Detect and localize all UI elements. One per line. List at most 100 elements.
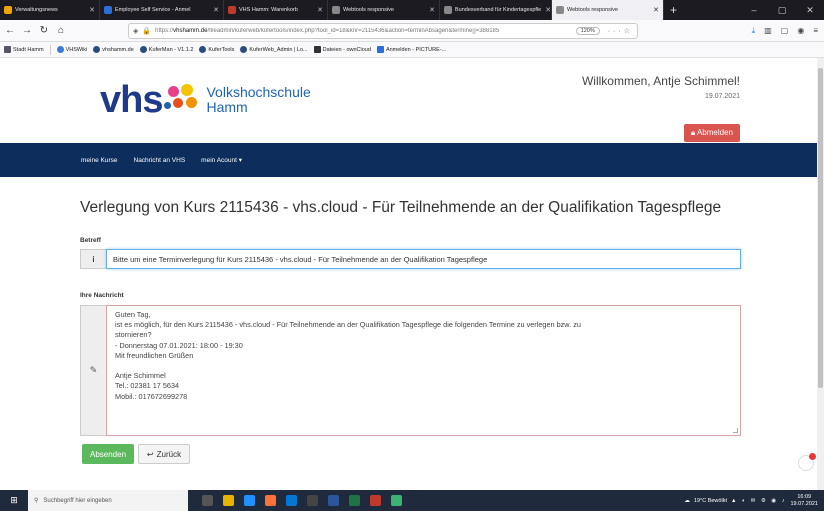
bookmark-item[interactable]: Stadt Hamm — [4, 46, 44, 53]
app-icon[interactable] — [307, 495, 318, 506]
browser-tab-active[interactable]: Webtools responsive ✕ — [552, 0, 664, 20]
system-tray: ☁ 19°C Bewölkt ▲ ◐ ✉ ⚙ ◉ ♪ 16:09 19.07.2… — [684, 494, 818, 507]
taskbar-search[interactable]: ⚲ Suchbegriff hier eingeben — [28, 490, 188, 511]
bookmarks-bar: Stadt Hamm VHSWiki vhshamm.de KuferMan -… — [0, 42, 824, 58]
search-icon: ⚲ — [34, 498, 39, 504]
tab-close-icon[interactable]: ✕ — [541, 6, 551, 14]
browser-nav-bar: ← → ↻ ⌂ ◈ 🔒 https://vhshamm.de/fileadmin… — [0, 20, 824, 42]
browser-tab[interactable]: Webtools responsive ✕ — [328, 0, 440, 20]
scrollbar-thumb[interactable] — [818, 68, 823, 388]
shield-icon: ◈ — [133, 27, 139, 35]
zoom-level[interactable]: 120% — [575, 26, 600, 35]
logo-text: vhs — [100, 79, 163, 121]
message-group: ✎ Guten Tag, ist es möglich, für den Kur… — [80, 305, 741, 436]
file-explorer-icon[interactable] — [223, 495, 234, 506]
page-title: Verlegung von Kurs 2115436 - vhs.cloud -… — [80, 199, 722, 216]
tab-favicon-icon — [104, 6, 112, 14]
browser-tab[interactable]: VHS Hamm: Warenkorb ✕ — [224, 0, 328, 20]
message-textarea[interactable]: Guten Tag, ist es möglich, für den Kurs … — [106, 305, 741, 436]
weather-icon: ☁ — [684, 497, 690, 504]
close-window-button[interactable]: ✕ — [796, 5, 824, 16]
pdf-icon[interactable] — [370, 495, 381, 506]
new-tab-button[interactable]: + — [664, 3, 683, 17]
edge-icon[interactable] — [244, 495, 255, 506]
minimize-button[interactable]: – — [740, 5, 768, 16]
resize-handle-icon[interactable] — [733, 428, 738, 433]
tab-favicon-icon — [332, 6, 340, 14]
maximize-button[interactable]: ▢ — [768, 5, 796, 16]
tab-favicon-icon — [228, 6, 236, 14]
tab-close-icon[interactable]: ✕ — [209, 6, 219, 14]
logo-dots-icon — [164, 82, 200, 118]
betreff-label: Betreff — [80, 237, 101, 244]
send-button[interactable]: Absenden — [82, 444, 134, 464]
chat-icon[interactable] — [798, 453, 816, 471]
betreff-input[interactable]: Bitte um eine Terminverlegung für Kurs 2… — [106, 249, 741, 269]
tab-favicon-icon — [444, 6, 452, 14]
wiki-icon — [56, 46, 64, 53]
taskbar-apps — [202, 495, 402, 506]
current-date: 19.07.2021 — [704, 93, 740, 100]
windows-taskbar: ⊞ ⚲ Suchbegriff hier eingeben ☁ 19°C Bew… — [0, 490, 824, 511]
forward-arrow-icon[interactable]: → — [20, 25, 34, 36]
download-icon[interactable]: ⤓ — [752, 26, 756, 36]
bookmark-item[interactable]: KuferMan - V1.1.2 — [139, 46, 193, 53]
windows-start-icon[interactable]: ⊞ — [0, 495, 28, 506]
globe-icon — [240, 46, 248, 53]
nav-item-account[interactable]: mein Acount ▾ — [201, 156, 242, 164]
bookmark-item[interactable]: VHSWiki — [56, 46, 87, 53]
window-controls: – ▢ ✕ — [740, 5, 824, 16]
back-button[interactable]: ↩ Zurück — [138, 444, 190, 464]
welcome-text: Willkommen, Antje Schimmel! — [581, 74, 740, 88]
notification-badge — [809, 453, 816, 460]
bookmark-item[interactable]: vhshamm.de — [93, 46, 134, 53]
weather-text[interactable]: 19°C Bewölkt — [694, 498, 727, 504]
page-actions-icon[interactable]: ···☆ — [608, 27, 633, 35]
globe-icon — [199, 46, 207, 53]
sidebar-icon[interactable]: ▢ — [781, 26, 789, 36]
lock-icon: 🔒︎ — [690, 128, 696, 137]
logout-button[interactable]: 🔒︎ Abmelden — [683, 124, 740, 142]
lock-icon: 🔒 — [142, 27, 152, 35]
cloud-icon — [313, 46, 321, 53]
bookmark-item[interactable]: KuferTools — [199, 46, 234, 53]
logo-name: Volkshochschule Hamm — [206, 84, 311, 115]
tab-close-icon[interactable]: ✕ — [313, 6, 323, 14]
account-icon[interactable]: ◉ — [797, 26, 804, 36]
library-icon[interactable]: ▥ — [764, 26, 772, 36]
globe-icon — [93, 46, 101, 53]
reload-icon[interactable]: ↻ — [37, 25, 51, 36]
info-icon: i — [80, 249, 106, 269]
tray-icons[interactable]: ▲ ◐ ✉ ⚙ ◉ ♪ — [731, 498, 787, 504]
vhs-logo[interactable]: vhs Volkshochschule Hamm — [100, 79, 311, 121]
welcome-block: Willkommen, Antje Schimmel! 19.07.2021 — [582, 74, 740, 100]
word-icon[interactable] — [328, 495, 339, 506]
clock[interactable]: 16:09 19.07.2021 — [790, 494, 818, 507]
browser-tab[interactable]: Employee Self Service - Anmel ✕ — [100, 0, 224, 20]
tab-close-icon[interactable]: ✕ — [425, 6, 435, 14]
browser-tab[interactable]: Verwaltungsnews ✕ — [0, 0, 100, 20]
menu-icon[interactable]: ≡ — [813, 26, 818, 36]
reply-arrow-icon: ↩ — [146, 449, 154, 459]
firefox-icon[interactable] — [265, 495, 276, 506]
bookmark-item[interactable]: KuferWeb_Admin | Lo... — [240, 46, 308, 53]
chrome-icon[interactable] — [391, 495, 402, 506]
bookmark-item[interactable]: Anmelden - PICTURE-... — [376, 46, 446, 53]
browser-tab[interactable]: Bundesverband für Kindertagespfle ✕ — [440, 0, 552, 20]
tab-close-icon[interactable]: ✕ — [85, 6, 95, 14]
tab-favicon-icon — [556, 6, 564, 14]
back-arrow-icon[interactable]: ← — [3, 25, 17, 36]
betreff-group: i Bitte um eine Terminverlegung für Kurs… — [80, 249, 741, 269]
bookmark-item[interactable]: Dateien - ownCloud — [313, 46, 371, 53]
url-bar[interactable]: ◈ 🔒 https://vhshamm.de/fileadmin/kuferwe… — [128, 22, 638, 39]
page-scrollbar[interactable] — [817, 58, 824, 490]
outlook-icon[interactable] — [286, 495, 297, 506]
excel-icon[interactable] — [349, 495, 360, 506]
tab-close-icon[interactable]: ✕ — [649, 6, 659, 14]
task-view-icon[interactable] — [202, 495, 213, 506]
picture-icon — [376, 46, 384, 53]
home-icon[interactable]: ⌂ — [54, 25, 68, 36]
nav-item-courses[interactable]: meine Kurse — [81, 157, 118, 164]
nav-item-message[interactable]: Nachricht an VHS — [134, 157, 186, 164]
tab-favicon-icon — [4, 6, 12, 14]
